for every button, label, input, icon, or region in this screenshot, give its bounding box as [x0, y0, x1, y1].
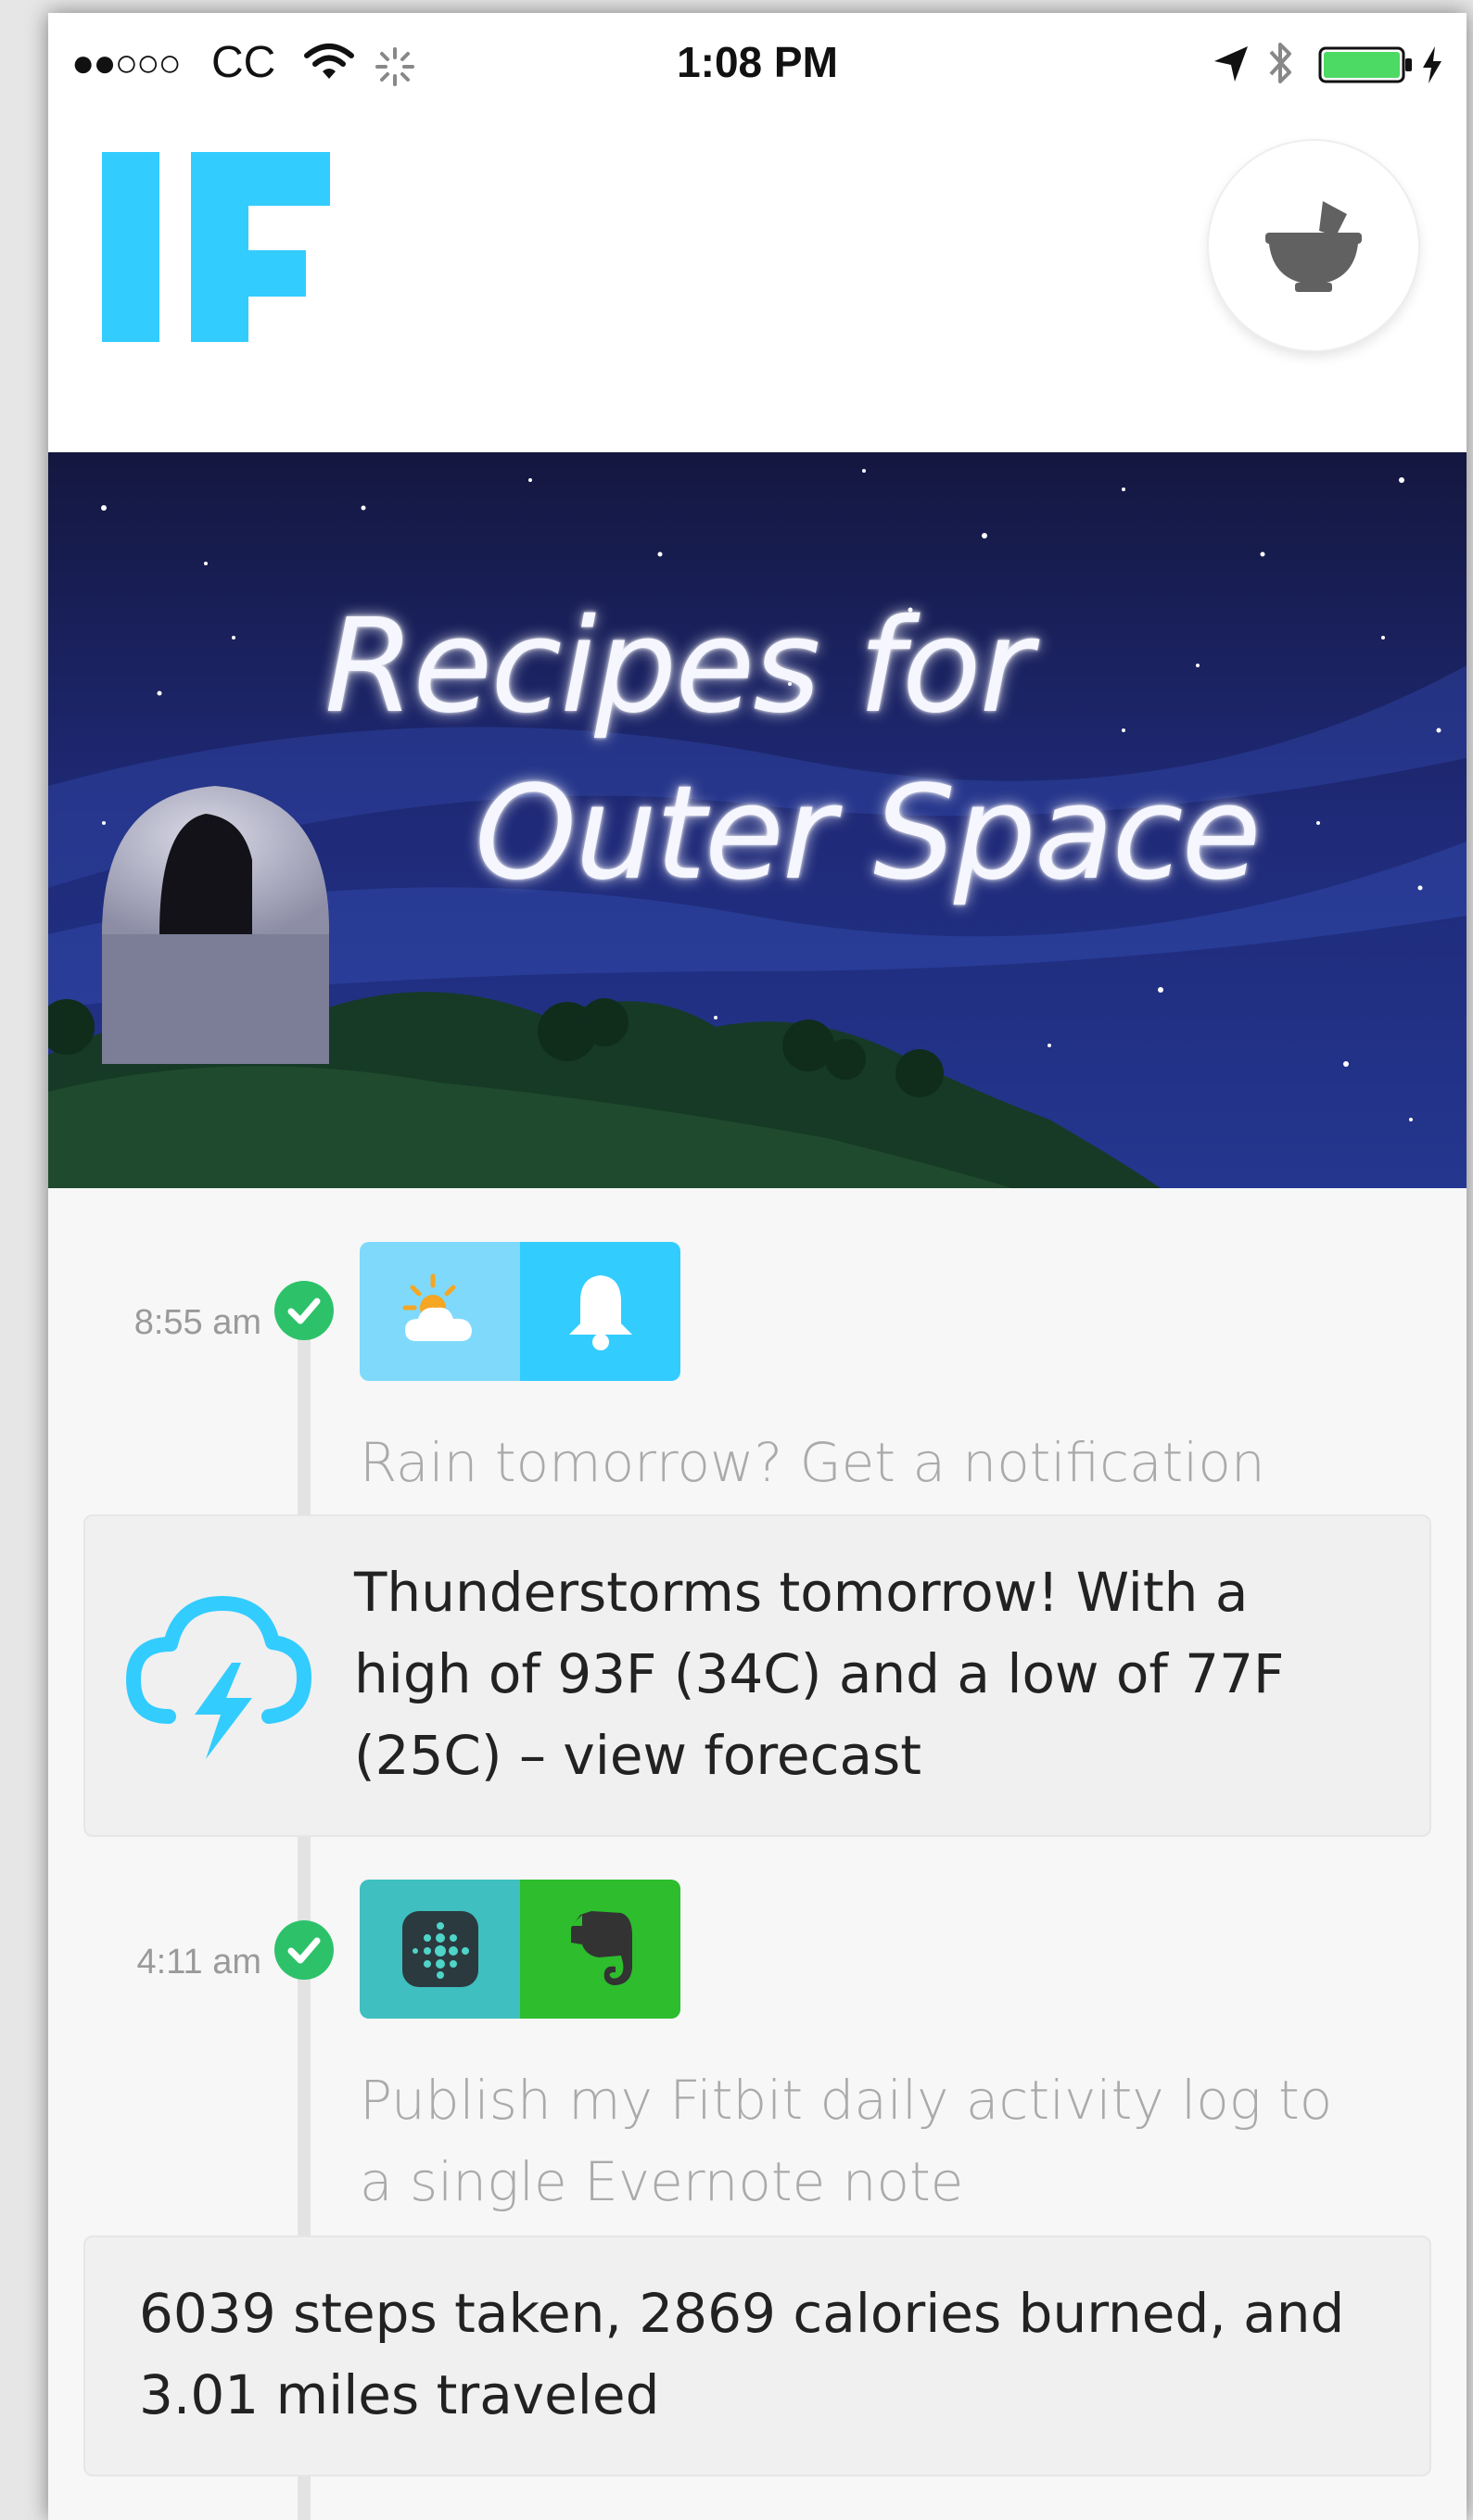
bluetooth-icon [1269, 43, 1291, 83]
event-card[interactable]: 6039 steps taken, 2869 calories burned, … [83, 2235, 1431, 2476]
evernote-elephant-icon [570, 1911, 632, 1985]
event-card-line: 3.01 miles traveled [139, 2363, 660, 2426]
trigger-service [360, 1880, 520, 2019]
action-service [520, 1880, 680, 2019]
status-bar: ●●○○○ CC 1:08 PM [48, 13, 1467, 96]
applet-title-text: Rain tomorrow? Get a notification [360, 1431, 1265, 1494]
fitbit-icon [401, 1911, 478, 1987]
if-logo [102, 152, 330, 342]
entry-time: 4:11 am [136, 1943, 261, 1982]
action-service [520, 1242, 680, 1381]
applet-icons[interactable] [360, 1880, 680, 2019]
success-check [274, 1281, 334, 1340]
phone-screen: ●●○○○ CC 1:08 PM Recipes for Outer Space… [48, 13, 1467, 2520]
featured-banner[interactable]: Recipes for Outer Space [48, 452, 1467, 1188]
checkmark-icon [287, 1937, 321, 1964]
mortar-pestle-icon [1265, 201, 1362, 292]
recipes-button[interactable] [1209, 141, 1418, 350]
banner-title-line-2: Outer Space [475, 758, 1262, 909]
event-card-line: Thunderstorms tomorrow! With a [354, 1561, 1249, 1624]
entry-time: 8:55 am [133, 1303, 261, 1342]
charging-bolt-icon [1423, 46, 1441, 83]
trigger-service [360, 1242, 520, 1381]
banner-title-line-1: Recipes for [324, 591, 1033, 742]
event-card-line: 6039 steps taken, 2869 calories burned, … [139, 2282, 1345, 2345]
event-card-text: Thunderstorms tomorrow! With a high of 9… [354, 1551, 1284, 1796]
applet-title[interactable]: Rain tomorrow? Get a notification [360, 1422, 1416, 1503]
weather-partly-cloudy-icon [402, 1273, 472, 1341]
applet-title[interactable]: Publish my Fitbit daily activity log to … [360, 2059, 1416, 2222]
timeline-rail [298, 1837, 311, 2252]
timeline-rail [298, 1311, 311, 1524]
event-card-line: high of 93F (34C) and a low of 77F [354, 1642, 1285, 1705]
event-card[interactable]: Thunderstorms tomorrow! With a high of 9… [83, 1514, 1431, 1837]
event-card-text: 6039 steps taken, 2869 calories burned, … [139, 2273, 1344, 2436]
banner-title: Recipes for Outer Space [48, 452, 1467, 1188]
bell-icon [568, 1275, 632, 1350]
checkmark-icon [287, 1298, 321, 1324]
event-card-line: (25C) – view forecast [354, 1724, 921, 1787]
applet-icons[interactable] [360, 1242, 680, 1381]
battery-icon [1318, 46, 1412, 83]
location-arrow-icon [1214, 46, 1248, 82]
timeline-rail [298, 2473, 311, 2520]
status-time: 1:08 PM [677, 38, 838, 86]
thunderstorm-icon [126, 1596, 311, 1759]
success-check [274, 1920, 334, 1980]
applet-title-line: Publish my Fitbit daily activity log to [360, 2069, 1333, 2132]
applet-title-line: a single Evernote note [360, 2150, 964, 2213]
